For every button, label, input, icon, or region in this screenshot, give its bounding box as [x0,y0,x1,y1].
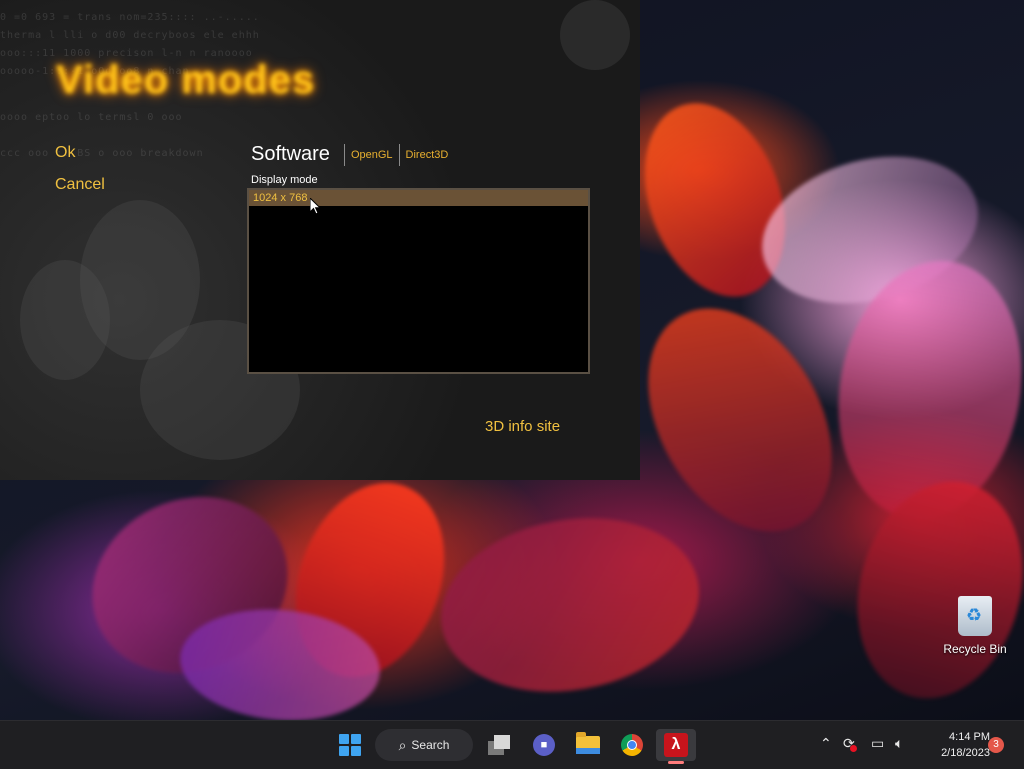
meet-now-icon[interactable]: ■ [528,729,560,761]
taskbar-search-button[interactable]: ⌕ Search [375,729,473,761]
task-view-icon[interactable] [484,729,516,761]
recycle-bin-icon [958,596,992,636]
clock-time: 4:14 PM [949,731,990,743]
file-explorer-icon[interactable] [572,729,604,761]
network-icon[interactable]: ▭ [871,735,884,752]
chevron-up-icon[interactable]: ⌃ [820,735,832,752]
tab-direct3d[interactable]: Direct3D [398,144,455,166]
sync-icon[interactable]: ⟳ [843,735,857,752]
ok-button[interactable]: Ok [55,144,75,162]
renderer-tabs: Software OpenGL Direct3D [251,142,454,166]
tab-opengl[interactable]: OpenGL [343,144,399,166]
notification-badge[interactable]: 3 [988,737,1004,753]
taskbar: ⌕ Search ■ λ ⌃ ⟳ ▭ 🔈︎ 4:14 PM 2/18/2023 … [0,720,1024,769]
video-modes-window: 0 =0 693 = trans nom=235:::: ..-..... th… [0,0,640,480]
recycle-bin-shortcut[interactable]: Recycle Bin [940,596,1010,656]
search-label: Search [411,738,450,752]
3d-info-site-link[interactable]: 3D info site [485,418,560,435]
tab-software[interactable]: Software [251,143,344,166]
clock-date: 2/18/2023 [941,747,990,759]
recycle-bin-label: Recycle Bin [943,642,1007,656]
clock[interactable]: 4:14 PM 2/18/2023 [922,729,990,761]
volume-icon[interactable]: 🔈︎ [895,735,903,752]
cancel-button[interactable]: Cancel [55,176,105,194]
display-mode-label: Display mode [251,174,318,186]
list-item[interactable]: 1024 x 768 [249,190,588,206]
ok-label: Ok [55,144,76,161]
half-life-icon[interactable]: λ [656,729,696,764]
chrome-icon[interactable] [616,729,648,761]
windows-start-icon[interactable] [334,729,366,761]
display-mode-list[interactable]: 1024 x 768 [247,188,590,374]
page-title: Video modes [56,58,316,102]
cancel-label: Cancel [55,176,105,193]
search-icon: ⌕ [398,736,407,753]
